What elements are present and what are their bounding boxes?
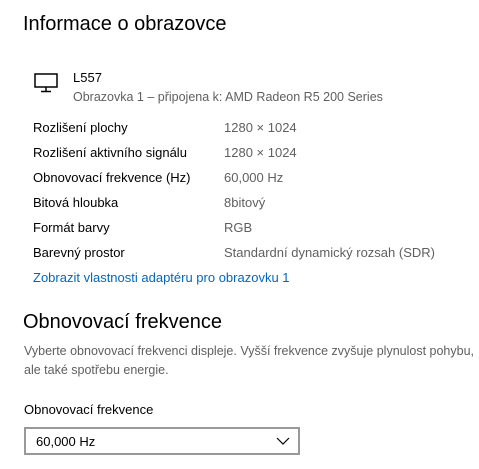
info-label: Bitová hloubka bbox=[33, 195, 119, 210]
adapter-properties-link[interactable]: Zobrazit vlastnosti adaptéru pro obrazov… bbox=[33, 268, 290, 288]
info-value: 1280 × 1024 bbox=[224, 145, 297, 160]
info-label: Barevný prostor bbox=[33, 245, 125, 260]
display-settings-page: Informace o obrazovce L557 Obrazovka 1 –… bbox=[0, 0, 479, 469]
refresh-rate-selected-value: 60,000 Hz bbox=[36, 434, 96, 449]
info-value: RGB bbox=[224, 220, 253, 235]
info-value: Standardní dynamický rozsah (SDR) bbox=[224, 245, 435, 260]
info-row-active-signal-resolution: Rozlišení aktivního signálu 1280 × 1024 bbox=[33, 142, 473, 167]
refresh-rate-dropdown-label: Obnovovací frekvence bbox=[24, 402, 154, 417]
refresh-rate-description: Vyberte obnovovací frekvenci displeje. V… bbox=[24, 344, 474, 377]
info-label: Rozlišení aktivního signálu bbox=[33, 145, 187, 160]
display-info-title: Informace o obrazovce bbox=[23, 13, 227, 35]
info-label: Obnovovací frekvence (Hz) bbox=[33, 170, 191, 185]
info-row-color-format: Formát barvy RGB bbox=[33, 217, 473, 242]
info-row-bit-depth: Bitová hloubka 8bitový bbox=[33, 192, 473, 217]
display-connection-info: Obrazovka 1 – připojena k: AMD Radeon R5… bbox=[73, 90, 383, 104]
monitor-icon bbox=[34, 73, 58, 93]
info-row-color-space: Barevný prostor Standardní dynamický roz… bbox=[33, 242, 473, 267]
info-value: 1280 × 1024 bbox=[224, 120, 297, 135]
info-row-desktop-resolution: Rozlišení plochy 1280 × 1024 bbox=[33, 117, 473, 142]
refresh-rate-dropdown[interactable]: 60,000 Hz bbox=[24, 427, 300, 455]
info-value: 60,000 Hz bbox=[224, 170, 284, 185]
refresh-rate-section-title: Obnovovací frekvence bbox=[23, 311, 222, 333]
display-name: L557 bbox=[73, 70, 102, 85]
info-label: Rozlišení plochy bbox=[33, 120, 128, 135]
display-info-table: Rozlišení plochy 1280 × 1024 Rozlišení a… bbox=[33, 117, 473, 267]
info-label: Formát barvy bbox=[33, 220, 110, 235]
chevron-down-icon bbox=[276, 437, 290, 445]
info-value: 8bitový bbox=[224, 195, 266, 210]
info-row-refresh-rate: Obnovovací frekvence (Hz) 60,000 Hz bbox=[33, 167, 473, 192]
